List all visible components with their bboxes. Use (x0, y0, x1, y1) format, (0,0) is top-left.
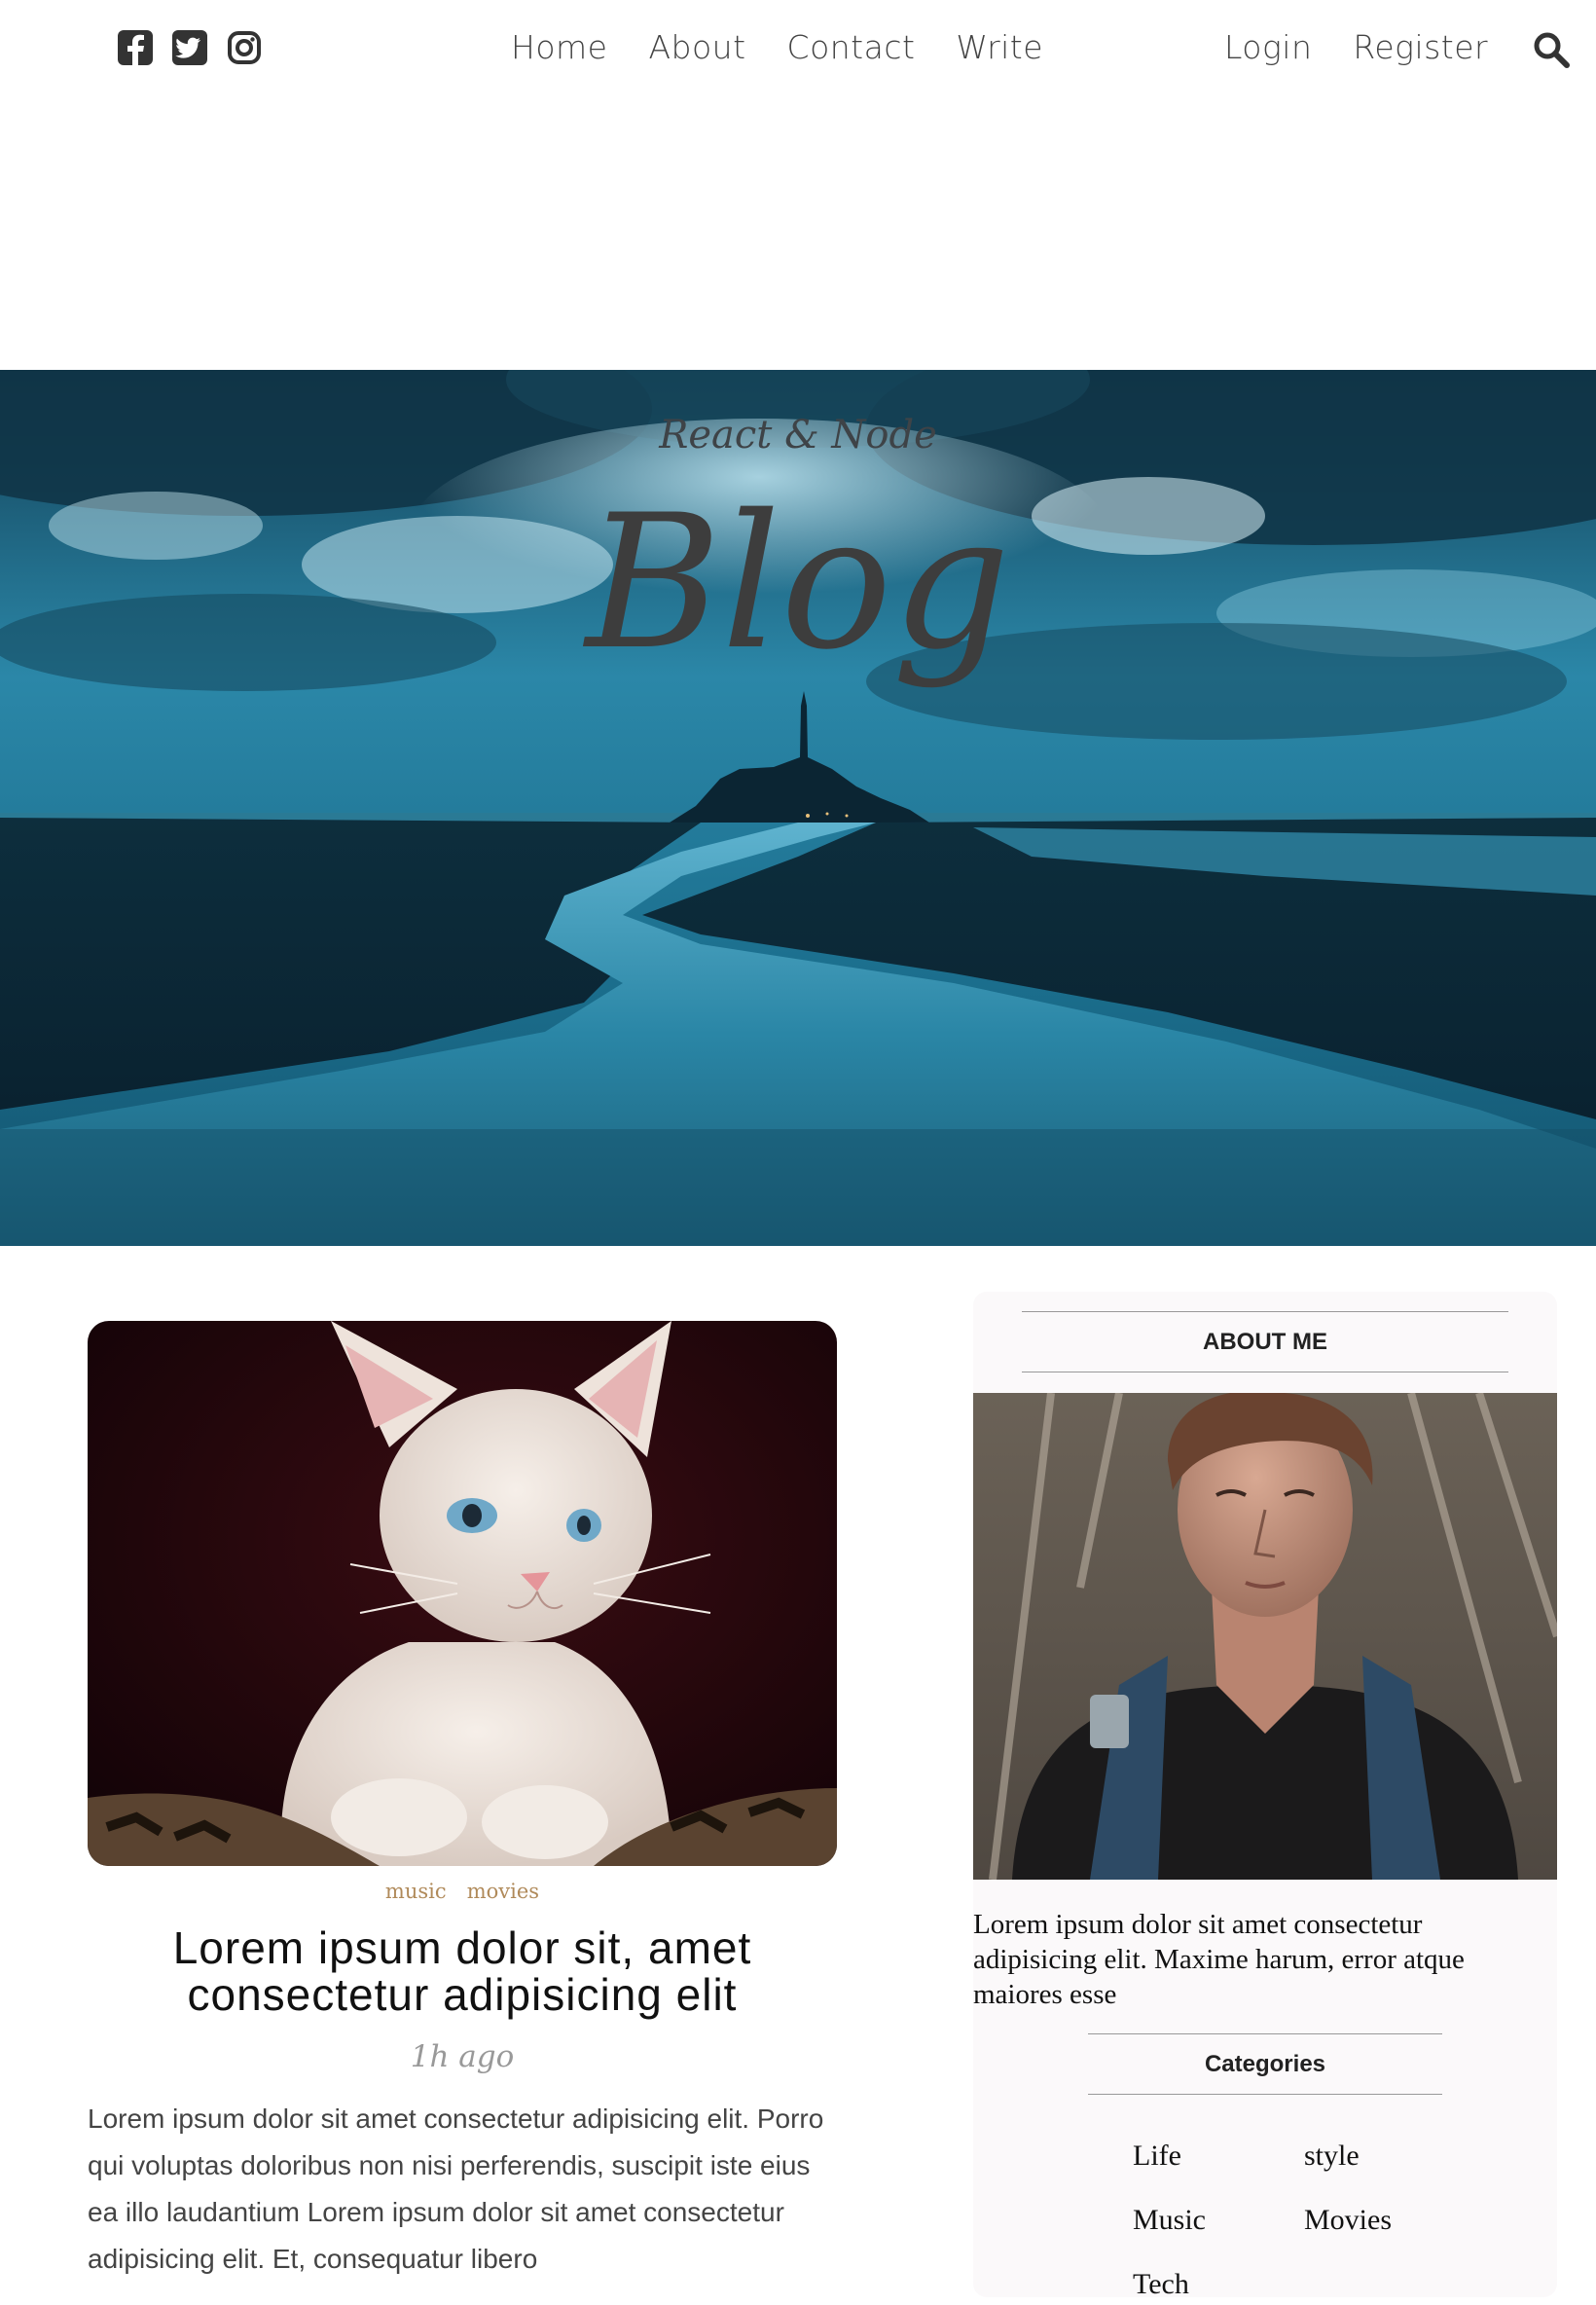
categories-list: Life style Music Movies Tech (1133, 2135, 1503, 2305)
search-icon[interactable] (1532, 30, 1571, 69)
post-card: music movies Lorem ipsum dolor sit, amet… (88, 1321, 837, 2283)
post-title[interactable]: Lorem ipsum dolor sit, amet consectetur … (127, 1924, 798, 2018)
about-me-title: ABOUT ME (1022, 1311, 1508, 1372)
nav-about[interactable]: About (648, 23, 745, 72)
nav-home[interactable]: Home (511, 23, 607, 72)
post-date: 1h ago (410, 2039, 515, 2074)
hero-header: React & Node Blog (0, 370, 1596, 1246)
nav-write[interactable]: Write (956, 23, 1043, 72)
twitter-square-icon[interactable] (171, 29, 208, 66)
kitten-image (88, 1321, 837, 1866)
sidebar: ABOUT ME Lorem ipsum dolor sit amet cons… (973, 1292, 1557, 2300)
social-links (117, 29, 263, 66)
about-me-text: Lorem ipsum dolor sit amet consectetur a… (973, 1909, 1465, 2010)
login-link[interactable]: Login (1224, 23, 1312, 72)
about-me-image (973, 1393, 1557, 1880)
portrait-image (973, 1393, 1557, 1880)
hero-subtitle: React & Node (659, 413, 937, 457)
post-category-tag[interactable]: music (385, 1880, 447, 1903)
auth-links: Login Register (1224, 23, 1488, 72)
nav-contact[interactable]: Contact (787, 23, 916, 72)
category-item[interactable]: Movies (1304, 2199, 1475, 2241)
hero-title: Blog (585, 475, 1011, 690)
category-item[interactable]: Life (1133, 2135, 1304, 2177)
post-category-tag[interactable]: movies (467, 1880, 539, 1903)
post-image[interactable] (88, 1321, 837, 1866)
post-categories: music movies (88, 1880, 837, 1903)
main-nav: Home About Contact Write (511, 23, 1043, 72)
register-link[interactable]: Register (1353, 23, 1488, 72)
facebook-square-icon[interactable] (117, 29, 154, 66)
post-description: Lorem ipsum dolor sit amet consectetur a… (88, 2104, 824, 2274)
category-item[interactable]: Tech (1133, 2263, 1304, 2305)
top-bar: Home About Contact Write Login Register (0, 0, 1596, 97)
category-item[interactable]: Music (1133, 2199, 1304, 2241)
categories-title: Categories (1088, 2033, 1442, 2095)
instagram-icon[interactable] (226, 29, 263, 66)
category-item[interactable]: style (1304, 2135, 1475, 2177)
